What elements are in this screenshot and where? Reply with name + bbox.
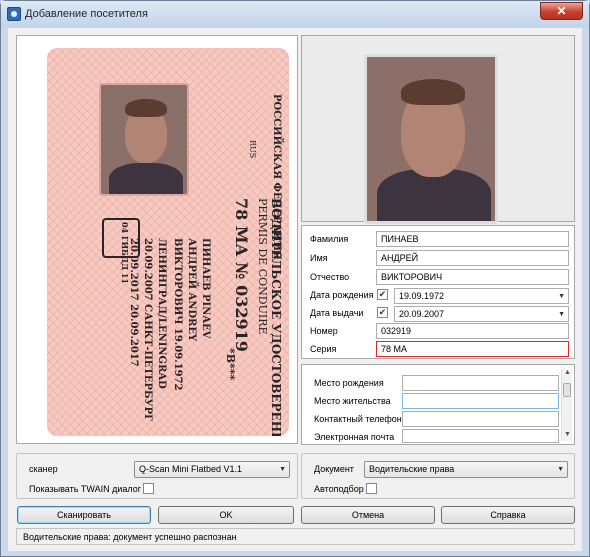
residence-field[interactable] (402, 393, 559, 409)
issue-date-checkbox[interactable]: ✔ (377, 307, 388, 318)
extracted-photo-pane (301, 35, 575, 224)
birthplace-label: Место рождения (314, 378, 384, 388)
chevron-down-icon: ▼ (558, 311, 565, 318)
scan-button[interactable]: Сканировать (17, 506, 151, 524)
issue-date-picker[interactable]: 20.09.2007 ▼ (394, 306, 569, 322)
card-number: 78 МА № 032919 (232, 198, 251, 352)
autoselect-label: Автоподбор (314, 484, 364, 494)
document-group: Документ Водительские права ▼ Автоподбор (301, 453, 575, 499)
card-categories: *В*** (224, 348, 237, 381)
autoselect-checkbox[interactable] (366, 483, 377, 494)
surname-label: Фамилия (310, 234, 349, 244)
card-country: РОССИЙСКАЯ ФЕДЕРАЦИЯ (271, 94, 282, 260)
license-card-image: ВОДИТЕЛЬСКОЕ УДОСТОВЕРЕНИЕ PERMIS DE CON… (47, 48, 289, 436)
extra-fields-scrollbar[interactable]: ▲ ▼ (561, 369, 572, 441)
card-patronymic: ВИКТОРОВИЧ 19.09.1972 (172, 238, 183, 391)
card-stamp: 04 ГИБДД 11 (102, 218, 140, 284)
close-button[interactable]: ✕ (540, 2, 583, 20)
chevron-down-icon: ▼ (557, 466, 564, 473)
card-surname: ПИНАЕВ PINAEV (200, 238, 211, 339)
birth-date-checkbox[interactable]: ✔ (377, 289, 388, 300)
help-button[interactable]: Справка (441, 506, 575, 524)
birthplace-field[interactable] (402, 375, 559, 391)
scroll-thumb[interactable] (563, 383, 571, 397)
birth-date-picker[interactable]: 19.09.1972 ▼ (394, 288, 569, 304)
dialog-body: ВОДИТЕЛЬСКОЕ УДОСТОВЕРЕНИЕ PERMIS DE CON… (8, 28, 582, 551)
chevron-down-icon: ▼ (558, 293, 565, 300)
recognized-fields-pane: Фамилия ПИНАЕВ Имя АНДРЕЙ Отчество ВИКТО… (301, 225, 575, 359)
scroll-down-icon[interactable]: ▼ (562, 431, 573, 441)
series-label: Серия (310, 344, 337, 354)
birth-date-label: Дата рождения (310, 290, 374, 300)
visitor-photo (364, 54, 498, 224)
scanner-dropdown[interactable]: Q-Scan Mini Flatbed V1.1 ▼ (134, 461, 290, 478)
card-birthplace: ЛЕНИНГРАД/LENINGRAD (156, 238, 167, 389)
additional-fields-pane: Место рождения Место жительства Контактн… (301, 364, 575, 445)
license-card-photo (99, 83, 189, 196)
card-name: АНДРЕЙ ANDREY (186, 238, 197, 342)
title-bar[interactable]: Добавление посетителя ✕ (1, 1, 589, 27)
scanned-document-preview: ВОДИТЕЛЬСКОЕ УДОСТОВЕРЕНИЕ PERMIS DE CON… (16, 35, 298, 444)
dialog-window: Добавление посетителя ✕ ВОДИТЕЛЬСКОЕ УДО… (0, 0, 590, 557)
phone-field[interactable] (402, 411, 559, 427)
patronymic-field[interactable]: ВИКТОРОВИЧ (376, 269, 569, 285)
issue-date-label: Дата выдачи (310, 308, 364, 318)
series-field[interactable]: 78 МА (376, 341, 569, 357)
app-icon (7, 7, 21, 21)
ok-button[interactable]: OK (158, 506, 294, 524)
chevron-down-icon: ▼ (279, 466, 286, 473)
twain-dialog-label: Показывать TWAIN диалог (29, 484, 141, 494)
number-label: Номер (310, 326, 338, 336)
cancel-button[interactable]: Отмена (301, 506, 435, 524)
document-type-dropdown[interactable]: Водительские права ▼ (364, 461, 568, 478)
name-field[interactable]: АНДРЕЙ (376, 250, 569, 266)
scanner-group: сканер Q-Scan Mini Flatbed V1.1 ▼ Показы… (16, 453, 298, 499)
scroll-up-icon[interactable]: ▲ (562, 369, 573, 379)
patronymic-label: Отчество (310, 272, 350, 282)
email-label: Электронная почта (314, 432, 395, 442)
number-field[interactable]: 032919 (376, 323, 569, 339)
window-title: Добавление посетителя (25, 8, 148, 20)
twain-dialog-checkbox[interactable] (143, 483, 154, 494)
phone-label: Контактный телефон (314, 414, 402, 424)
surname-field[interactable]: ПИНАЕВ (376, 231, 569, 247)
status-bar: Водительские права: документ успешно рас… (16, 528, 575, 545)
email-field[interactable] (402, 429, 559, 443)
scanner-label: сканер (29, 464, 58, 474)
card-issued: 20.09.2007 САНКТ-ПЕТЕРБУРГ (142, 238, 153, 422)
document-label: Документ (314, 464, 354, 474)
residence-label: Место жительства (314, 396, 391, 406)
card-header-fr: PERMIS DE CONDUIRE (256, 198, 269, 335)
name-label: Имя (310, 253, 328, 263)
card-country-code: RUS (248, 140, 257, 159)
